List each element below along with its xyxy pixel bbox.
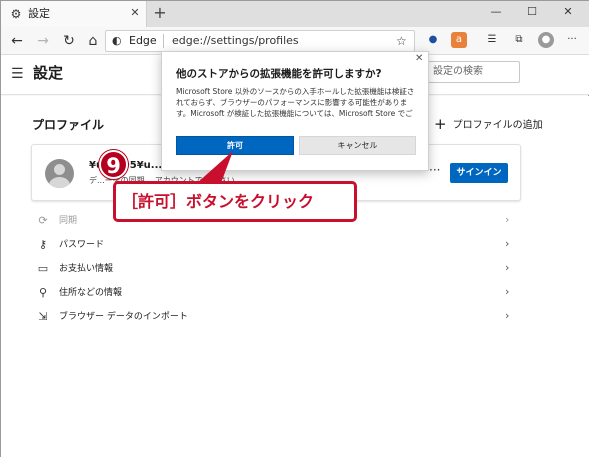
step-number-badge: 9 bbox=[99, 150, 128, 179]
browser-window: ⚙ 設定 ✕ + — ☐ ✕ ← → ↻ ⌂ ◐ Edge edge://set… bbox=[0, 0, 589, 458]
callout-pointer bbox=[197, 151, 233, 183]
callout-box: ［許可］ボタンをクリック bbox=[113, 181, 357, 222]
callout-text: ［許可］ボタンをクリック bbox=[122, 192, 315, 211]
